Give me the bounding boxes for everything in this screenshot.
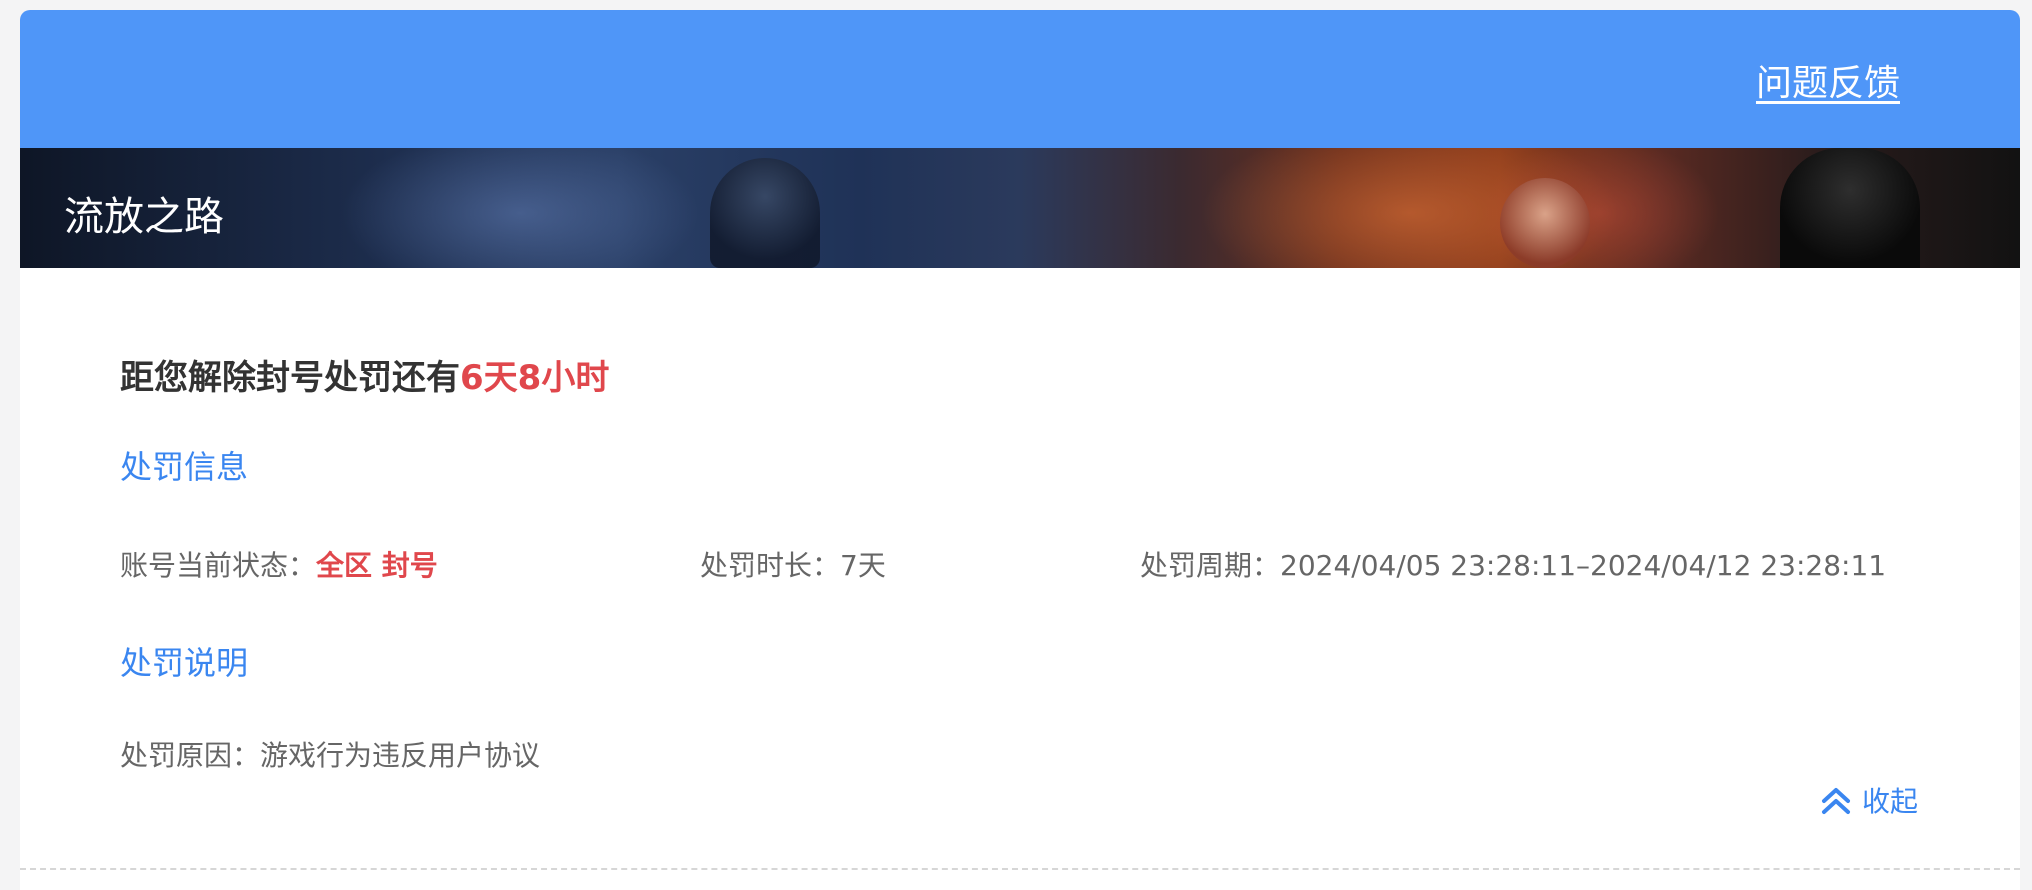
collapse-label: 收起 xyxy=(1862,785,1919,818)
penalty-duration: 处罚时长：7天 xyxy=(700,544,886,584)
banner-art-hooded-figure xyxy=(710,158,820,268)
penalty-duration-label: 处罚时长： xyxy=(700,549,841,582)
double-chevron-up-icon xyxy=(1822,788,1850,814)
divider xyxy=(20,868,2020,870)
penalty-info-title: 处罚信息 xyxy=(120,448,249,486)
banner-art-masked-figure xyxy=(1780,148,1920,268)
penalty-period: 处罚周期：2024/04/05 23:28:11–2024/04/12 23:2… xyxy=(1140,544,1886,584)
penalty-period-value: 2024/04/05 23:28:11–2024/04/12 23:28:11 xyxy=(1280,549,1887,582)
ban-countdown: 距您解除封号处罚还有6天8小时 xyxy=(120,350,609,399)
banner-art-redhair-figure xyxy=(1500,178,1590,268)
account-status-label: 账号当前状态： xyxy=(120,549,317,582)
account-status: 账号当前状态：全区 封号 xyxy=(120,544,438,584)
penalty-reason: 处罚原因：游戏行为违反用户协议 xyxy=(120,734,540,774)
penalty-reason-value: 游戏行为违反用户协议 xyxy=(260,739,541,772)
feedback-link[interactable]: 问题反馈 xyxy=(1756,54,1900,106)
penalty-duration-value: 7天 xyxy=(840,549,886,582)
game-title: 流放之路 xyxy=(64,194,224,240)
penalty-card: 问题反馈 流放之路 距您解除封号处罚还有6天8小时 处罚信息 账号当前状态：全区… xyxy=(20,10,2020,890)
banner-art-glow-left xyxy=(340,148,700,268)
countdown-prefix: 距您解除封号处罚还有 xyxy=(120,358,460,398)
penalty-reason-label: 处罚原因： xyxy=(120,739,261,772)
countdown-remaining: 6天8小时 xyxy=(460,358,610,398)
penalty-period-label: 处罚周期： xyxy=(1140,549,1281,582)
penalty-explain-title: 处罚说明 xyxy=(120,644,249,682)
game-banner: 流放之路 xyxy=(20,148,2020,268)
top-bar: 问题反馈 xyxy=(20,10,2020,148)
account-status-value: 全区 封号 xyxy=(316,549,438,582)
collapse-button[interactable]: 收起 xyxy=(1820,780,1918,820)
